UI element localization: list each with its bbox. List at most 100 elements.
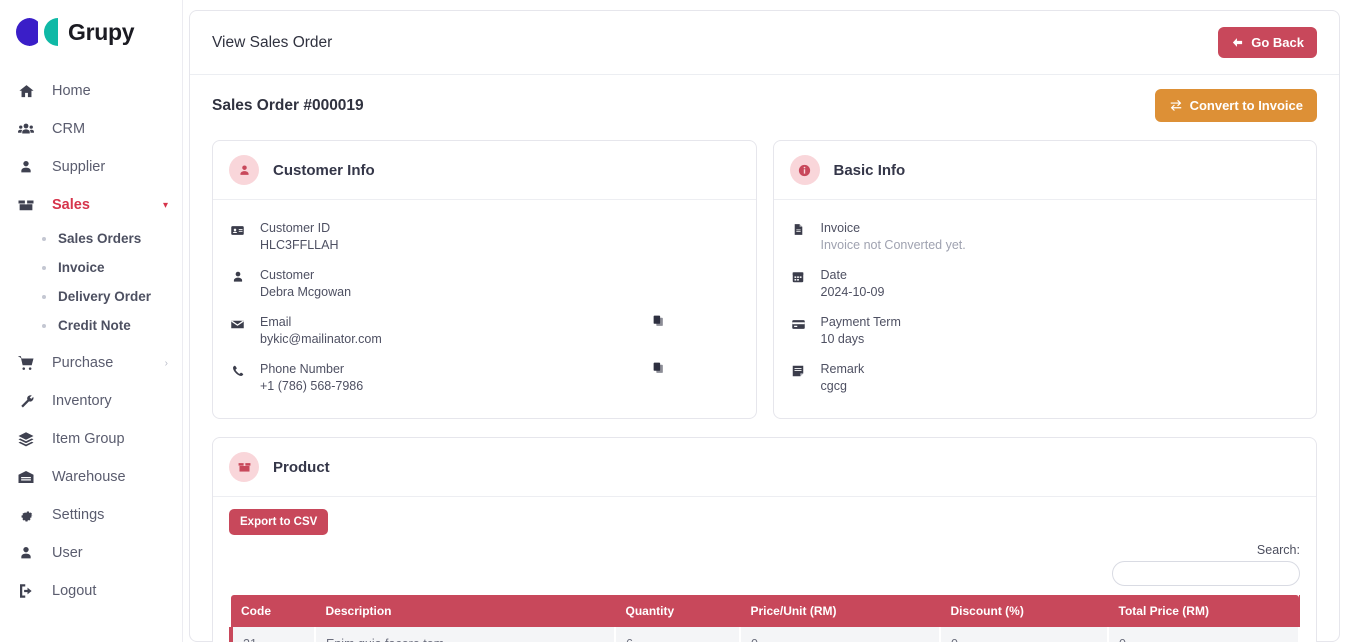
bullet-icon: [42, 294, 46, 299]
product-table-body: 21 Enim quia facere tem 6 0 0 0: [229, 627, 1300, 642]
sidebar-item-label: User: [52, 545, 83, 561]
sidebar-item-label: Sales: [52, 197, 90, 213]
sidebar-item-logout[interactable]: Logout: [0, 572, 182, 610]
sidebar-item-label: Warehouse: [52, 469, 126, 485]
field-value: Invoice not Converted yet.: [820, 238, 966, 252]
sidebar-item-crm[interactable]: CRM: [0, 110, 182, 148]
field-phone-number: Phone Number +1 (786) 568-7986: [229, 355, 740, 402]
search-area: Search:: [229, 543, 1300, 586]
subbar: Sales Order #000019 Convert to Invoice: [190, 75, 1339, 134]
sidebar-subitem-label: Sales Orders: [58, 231, 142, 246]
field-label: Customer: [260, 268, 315, 282]
cell-total-price: 0: [1108, 627, 1300, 642]
home-icon: [16, 81, 36, 101]
content-panel: View Sales Order Go Back Sales Order #00…: [189, 10, 1340, 642]
column-header-quantity[interactable]: Quantity: [615, 595, 741, 627]
cell-price-unit: 0: [740, 627, 941, 642]
person-icon: [229, 155, 259, 185]
customer-info-header: Customer Info: [213, 141, 756, 200]
sidebar-item-inventory[interactable]: Inventory: [0, 382, 182, 420]
sidebar-subitem-label: Delivery Order: [58, 289, 152, 304]
field-value: 2024-10-09: [820, 285, 885, 299]
cart-icon: [16, 353, 36, 373]
bullet-icon: [42, 265, 46, 270]
users-icon: [16, 119, 36, 139]
basic-info-header: Basic Info: [773, 141, 1316, 200]
column-header-code[interactable]: Code: [231, 595, 316, 627]
calendar-icon: [790, 268, 807, 284]
field-invoice: Invoice Invoice not Converted yet.: [790, 214, 1301, 261]
copy-phone-icon[interactable]: [652, 361, 665, 379]
box-icon: [16, 195, 36, 215]
product-card: Product Export to CSV Search: Code Descr…: [212, 437, 1317, 642]
field-customer-name: Customer Debra Mcgowan: [229, 261, 740, 308]
column-header-price-unit[interactable]: Price/Unit (RM): [740, 595, 941, 627]
export-to-csv-button[interactable]: Export to CSV: [229, 509, 329, 535]
sidebar-item-invoice[interactable]: Invoice: [0, 253, 182, 282]
sidebar-item-warehouse[interactable]: Warehouse: [0, 458, 182, 496]
phone-icon: [229, 362, 246, 378]
field-label: Date: [820, 268, 847, 282]
sidebar-item-home[interactable]: Home: [0, 72, 182, 110]
product-header: Product: [213, 438, 1316, 497]
field-value: bykic@mailinator.com: [260, 332, 382, 346]
sidebar-item-supplier[interactable]: Supplier: [0, 148, 182, 186]
chevron-right-icon: ›: [164, 357, 168, 369]
customer-info-body: Customer ID HLC3FFLLAH Customer Debra Mc…: [213, 200, 756, 418]
gear-icon: [16, 505, 36, 525]
sidebar-item-sales-orders[interactable]: Sales Orders: [0, 224, 182, 253]
layers-icon: [16, 429, 36, 449]
field-label: Phone Number: [260, 362, 345, 376]
field-label: Remark: [820, 362, 865, 376]
field-value: 10 days: [820, 332, 865, 346]
product-table-head: Code Description Quantity Price/Unit (RM…: [231, 595, 1300, 627]
product-table: Code Description Quantity Price/Unit (RM…: [229, 595, 1300, 642]
sidebar-item-label: Logout: [52, 583, 97, 599]
topbar: View Sales Order Go Back: [190, 11, 1339, 75]
sidebar-item-credit-note[interactable]: Credit Note: [0, 311, 182, 340]
column-header-total-price[interactable]: Total Price (RM): [1108, 595, 1300, 627]
table-row[interactable]: 21 Enim quia facere tem 6 0 0 0: [229, 627, 1300, 642]
grupy-logo-icon: [16, 18, 58, 46]
box-icon: [229, 452, 259, 482]
field-payment-term: Payment Term 10 days: [790, 308, 1301, 355]
person-icon: [229, 268, 246, 284]
sidebar-item-user[interactable]: User: [0, 534, 182, 572]
go-back-button[interactable]: Go Back: [1218, 27, 1317, 58]
product-body: Export to CSV Search: Code Description Q…: [213, 497, 1316, 642]
field-label: Customer ID: [260, 221, 331, 235]
product-title: Product: [273, 458, 330, 476]
sidebar-item-item-group[interactable]: Item Group: [0, 420, 182, 458]
envelope-icon: [229, 315, 246, 332]
field-value: Debra Mcgowan: [260, 285, 352, 299]
basic-info-body: Invoice Invoice not Converted yet. Date …: [774, 200, 1317, 418]
copy-email-icon[interactable]: [652, 314, 665, 332]
person-icon: [16, 157, 36, 177]
sidebar-item-sales[interactable]: Sales ▾: [0, 186, 182, 224]
brand-logo[interactable]: Grupy: [0, 0, 182, 62]
credit-card-icon: [790, 315, 807, 332]
search-input[interactable]: [1112, 561, 1300, 586]
chevron-down-icon: ▾: [162, 199, 168, 211]
field-label: Payment Term: [820, 315, 901, 329]
search-label: Search:: [1256, 543, 1300, 557]
convert-to-invoice-button[interactable]: Convert to Invoice: [1154, 89, 1317, 122]
info-icon: [789, 155, 820, 185]
sales-submenu: Sales Orders Invoice Delivery Order Cred…: [0, 224, 182, 344]
sidebar-item-settings[interactable]: Settings: [0, 496, 182, 534]
cell-description: Enim quia facere tem: [315, 627, 616, 642]
column-header-description[interactable]: Description: [315, 595, 616, 627]
sidebar-item-purchase[interactable]: Purchase ›: [0, 344, 182, 382]
column-header-discount[interactable]: Discount (%): [940, 595, 1109, 627]
go-back-label: Go Back: [1251, 35, 1304, 50]
sidebar-item-delivery-order[interactable]: Delivery Order: [0, 282, 182, 311]
order-number-title: Sales Order #000019: [212, 96, 364, 114]
sidebar-nav: Home CRM Supplier Sales ▾ Sales Orders I…: [0, 62, 182, 610]
brand-name: Grupy: [68, 18, 135, 45]
warehouse-icon: [16, 467, 36, 487]
field-email: Email bykic@mailinator.com: [229, 308, 740, 355]
cell-code: 21: [229, 627, 316, 642]
logout-icon: [16, 581, 36, 601]
cell-quantity: 6: [615, 627, 741, 642]
sidebar-item-label: CRM: [52, 121, 86, 137]
